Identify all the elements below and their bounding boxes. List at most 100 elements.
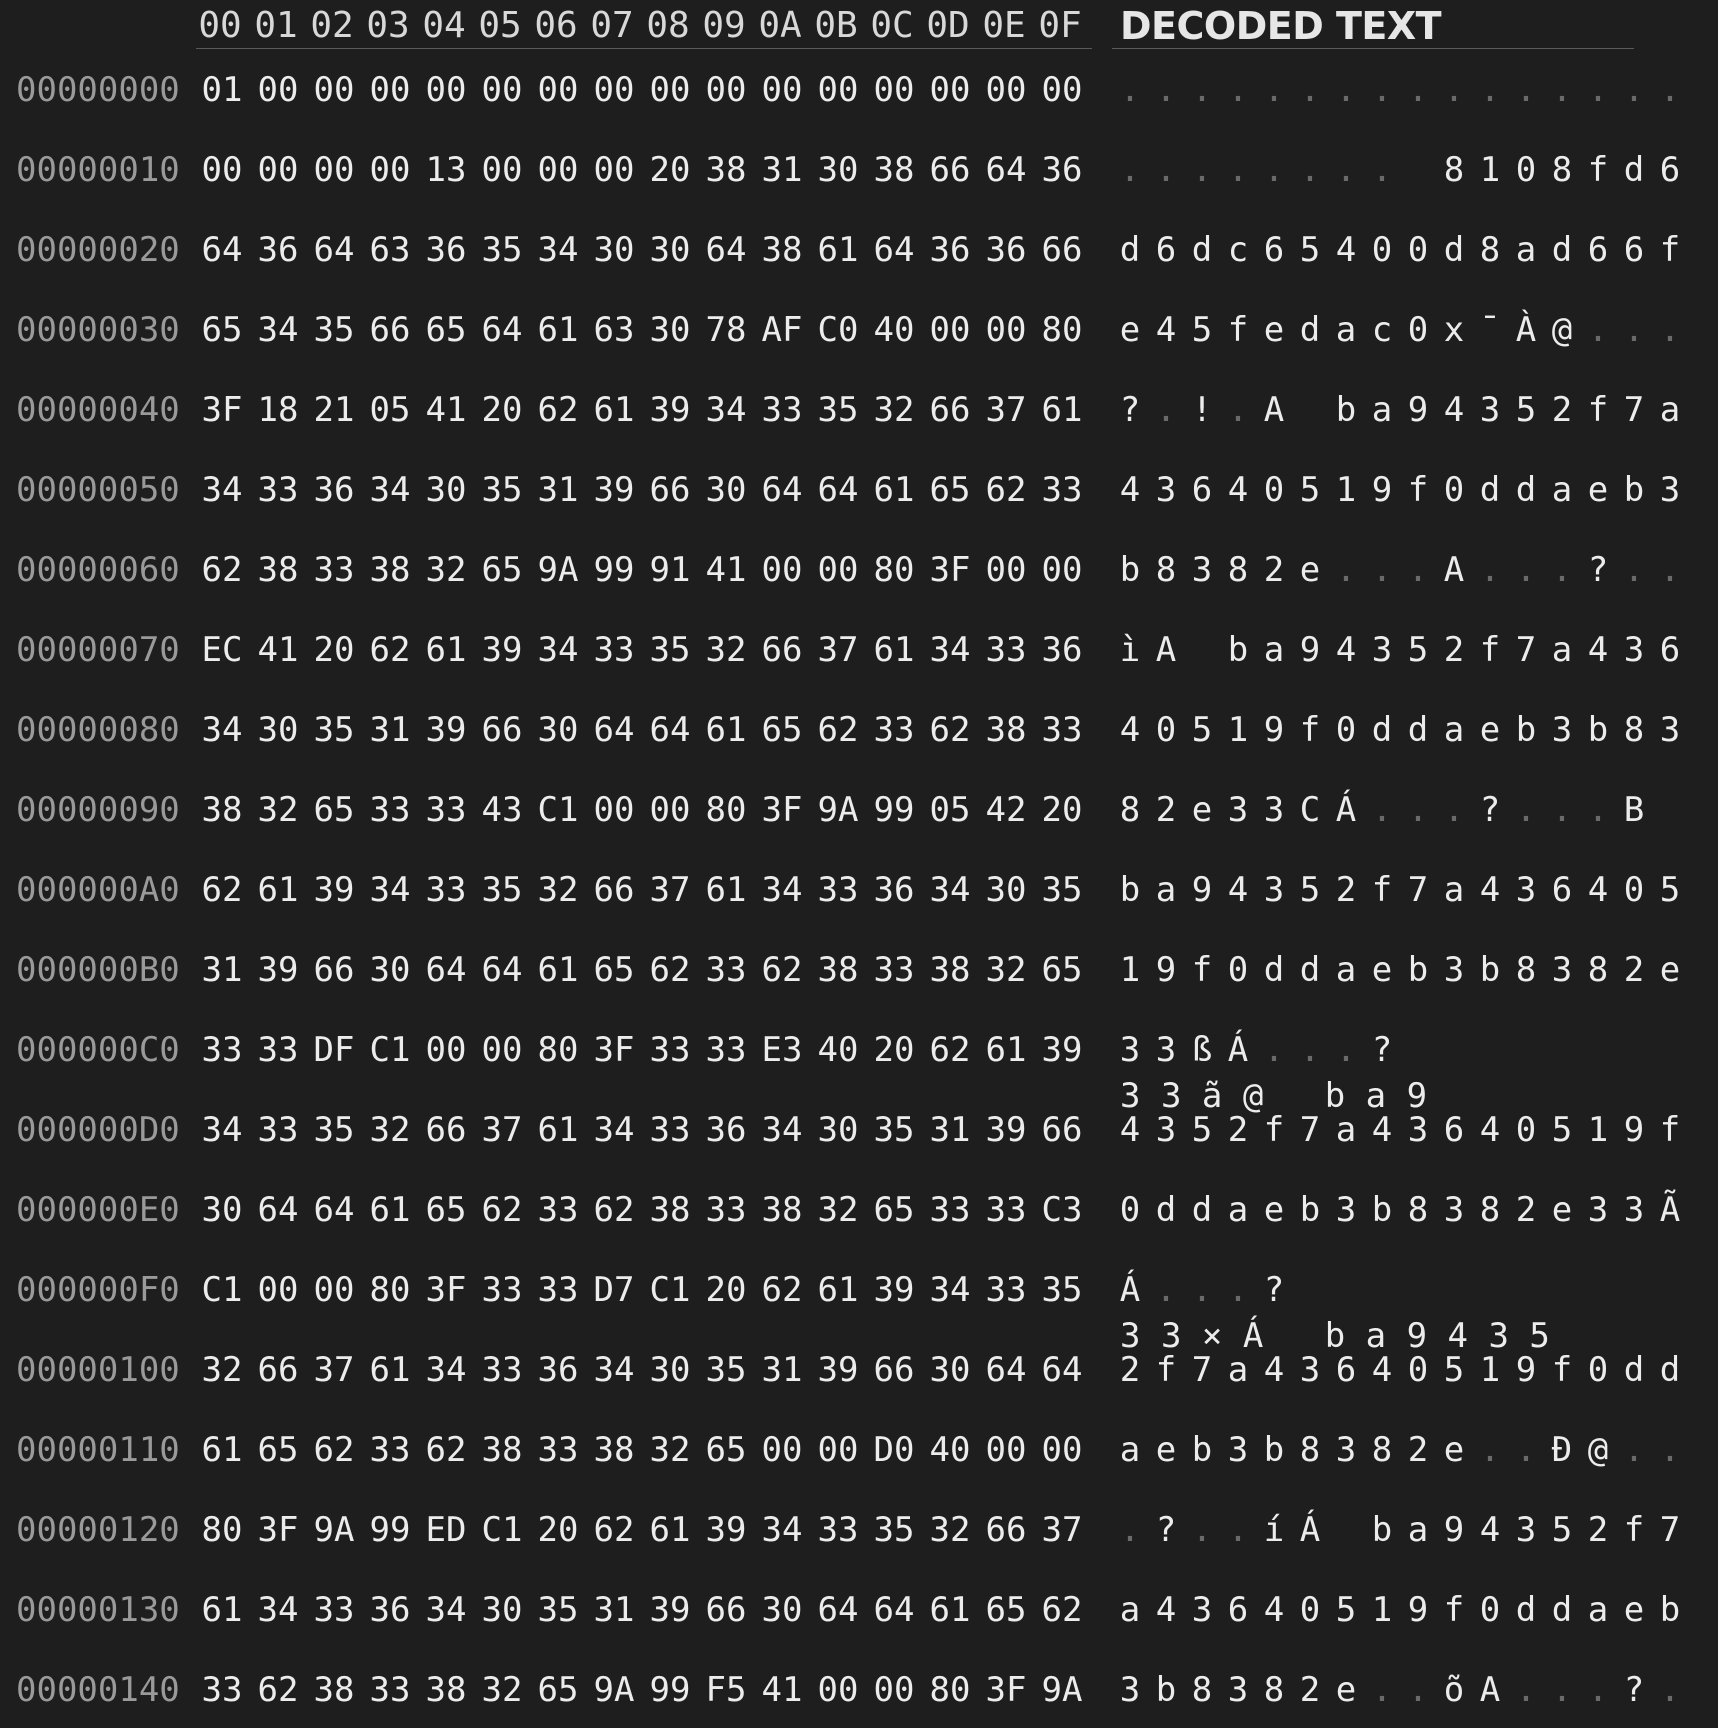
decoded-char[interactable]: 1 xyxy=(1364,1590,1400,1630)
decoded-char[interactable]: 0 xyxy=(1616,870,1652,910)
hex-byte[interactable]: 38 xyxy=(922,950,978,990)
hex-byte[interactable]: 33 xyxy=(194,1030,250,1070)
decoded-char[interactable]: 4 xyxy=(1112,710,1148,750)
hex-byte[interactable]: 91 xyxy=(642,550,698,590)
decoded-char[interactable]: 3 xyxy=(1472,390,1508,430)
decoded-char[interactable]: 9 xyxy=(1364,470,1400,510)
hex-byte[interactable]: 62 xyxy=(978,470,1034,510)
hex-byte[interactable]: 61 xyxy=(866,470,922,510)
hex-byte[interactable]: 38 xyxy=(754,230,810,270)
hex-byte[interactable]: 36 xyxy=(1034,630,1090,670)
decoded-char[interactable]: 3 xyxy=(1328,1190,1364,1230)
hex-byte[interactable]: 00 xyxy=(530,150,586,190)
decoded-char[interactable]: 7 xyxy=(1652,1510,1688,1550)
hex-byte[interactable]: 34 xyxy=(922,630,978,670)
decoded-char[interactable]: 3 xyxy=(1436,1190,1472,1230)
decoded-char[interactable]: 8 xyxy=(1508,950,1544,990)
decoded-char[interactable]: . xyxy=(1436,790,1472,830)
decoded-char[interactable]: 2 xyxy=(1328,870,1364,910)
hex-byte[interactable]: 65 xyxy=(250,1430,306,1470)
hex-byte[interactable]: 36 xyxy=(250,230,306,270)
hex-byte[interactable]: ED xyxy=(418,1510,474,1550)
decoded-char[interactable]: 3 xyxy=(1616,630,1652,670)
decoded-char[interactable]: b xyxy=(1112,550,1148,590)
decoded-char[interactable]: . xyxy=(1472,70,1508,110)
decoded-char[interactable]: e xyxy=(1112,310,1148,350)
hex-byte[interactable]: 00 xyxy=(362,150,418,190)
hex-byte[interactable]: 33 xyxy=(418,870,474,910)
hex-byte[interactable]: 35 xyxy=(1034,870,1090,910)
hex-byte[interactable]: 34 xyxy=(418,1590,474,1630)
decoded-char[interactable]: 2 xyxy=(1148,790,1184,830)
hex-byte[interactable]: 00 xyxy=(810,70,866,110)
decoded-char[interactable]: . xyxy=(1328,550,1364,590)
decoded-char[interactable]: f xyxy=(1436,1590,1472,1630)
decoded-char[interactable]: À xyxy=(1508,310,1544,350)
hex-byte[interactable]: 00 xyxy=(474,70,530,110)
decoded-char[interactable]: d xyxy=(1292,950,1328,990)
hex-byte[interactable]: 40 xyxy=(922,1430,978,1470)
decoded-char[interactable]: d xyxy=(1400,710,1436,750)
decoded-char[interactable]: 5 xyxy=(1400,630,1436,670)
hex-byte[interactable]: 33 xyxy=(586,630,642,670)
decoded-char[interactable]: . xyxy=(1256,70,1292,110)
hex-byte[interactable]: 63 xyxy=(362,230,418,270)
decoded-char[interactable]: . xyxy=(1256,150,1292,190)
hex-byte[interactable]: 33 xyxy=(922,1190,978,1230)
hex-byte[interactable]: 64 xyxy=(418,950,474,990)
decoded-char[interactable]: . xyxy=(1616,310,1652,350)
hex-byte[interactable]: 30 xyxy=(474,1590,530,1630)
hex-byte[interactable]: 00 xyxy=(978,1430,1034,1470)
decoded-char[interactable]: 6 xyxy=(1220,1590,1256,1630)
decoded-char[interactable]: 2 xyxy=(1112,1350,1148,1390)
decoded-char[interactable]: 4 xyxy=(1364,1350,1400,1390)
hex-byte[interactable]: 00 xyxy=(978,310,1034,350)
hex-byte[interactable]: 65 xyxy=(754,710,810,750)
hex-byte[interactable]: 39 xyxy=(810,1350,866,1390)
decoded-char[interactable]: 5 xyxy=(1328,1590,1364,1630)
decoded-char[interactable]: 3 xyxy=(1436,950,1472,990)
hex-byte[interactable]: 32 xyxy=(474,1670,530,1710)
decoded-char[interactable]: 4 xyxy=(1220,870,1256,910)
hex-byte[interactable]: 30 xyxy=(586,230,642,270)
decoded-char[interactable]: í xyxy=(1256,1510,1292,1550)
hex-byte[interactable]: 34 xyxy=(754,870,810,910)
hex-byte[interactable]: 34 xyxy=(194,1110,250,1150)
hex-byte[interactable]: 00 xyxy=(922,310,978,350)
hex-byte[interactable]: 33 xyxy=(418,790,474,830)
hex-byte[interactable]: 66 xyxy=(250,1350,306,1390)
hex-byte[interactable]: 80 xyxy=(194,1510,250,1550)
decoded-char[interactable]: 8 xyxy=(1472,230,1508,270)
decoded-char[interactable]: . xyxy=(1328,1030,1364,1070)
decoded-char[interactable]: a xyxy=(1328,950,1364,990)
decoded-char[interactable]: 3 xyxy=(1148,470,1184,510)
hex-byte[interactable]: 33 xyxy=(866,950,922,990)
decoded-char[interactable]: A xyxy=(1472,1670,1508,1710)
decoded-char[interactable]: 0 xyxy=(1508,1110,1544,1150)
decoded-char[interactable]: @ xyxy=(1544,310,1580,350)
hex-byte[interactable]: 34 xyxy=(922,1270,978,1310)
hex-byte[interactable]: 9A xyxy=(306,1510,362,1550)
decoded-char[interactable]: ? xyxy=(1364,1030,1400,1070)
decoded-char[interactable]: 0 xyxy=(1328,710,1364,750)
hex-byte[interactable]: 64 xyxy=(474,310,530,350)
hex-byte[interactable]: 13 xyxy=(418,150,474,190)
decoded-char[interactable]: . xyxy=(1292,70,1328,110)
hex-byte[interactable]: E3 xyxy=(754,1030,810,1070)
decoded-char[interactable]: 6 xyxy=(1256,230,1292,270)
decoded-char[interactable]: b xyxy=(1292,1190,1328,1230)
decoded-char[interactable]: 3 xyxy=(1148,1030,1184,1070)
hex-byte[interactable]: 3F xyxy=(922,550,978,590)
decoded-char[interactable]: a xyxy=(1112,1430,1148,1470)
decoded-char[interactable]: 9 xyxy=(1256,710,1292,750)
hex-byte[interactable]: 30 xyxy=(362,950,418,990)
decoded-char[interactable]: a xyxy=(1508,230,1544,270)
decoded-char[interactable]: 3 xyxy=(1184,550,1220,590)
decoded-char[interactable]: 4 xyxy=(1580,870,1616,910)
decoded-char[interactable]: . xyxy=(1148,1270,1184,1310)
decoded-char[interactable]: x xyxy=(1436,310,1472,350)
decoded-char[interactable]: 1 xyxy=(1112,950,1148,990)
hex-byte[interactable]: 61 xyxy=(530,950,586,990)
hex-byte[interactable]: 34 xyxy=(754,1510,810,1550)
hex-byte[interactable]: 61 xyxy=(698,710,754,750)
